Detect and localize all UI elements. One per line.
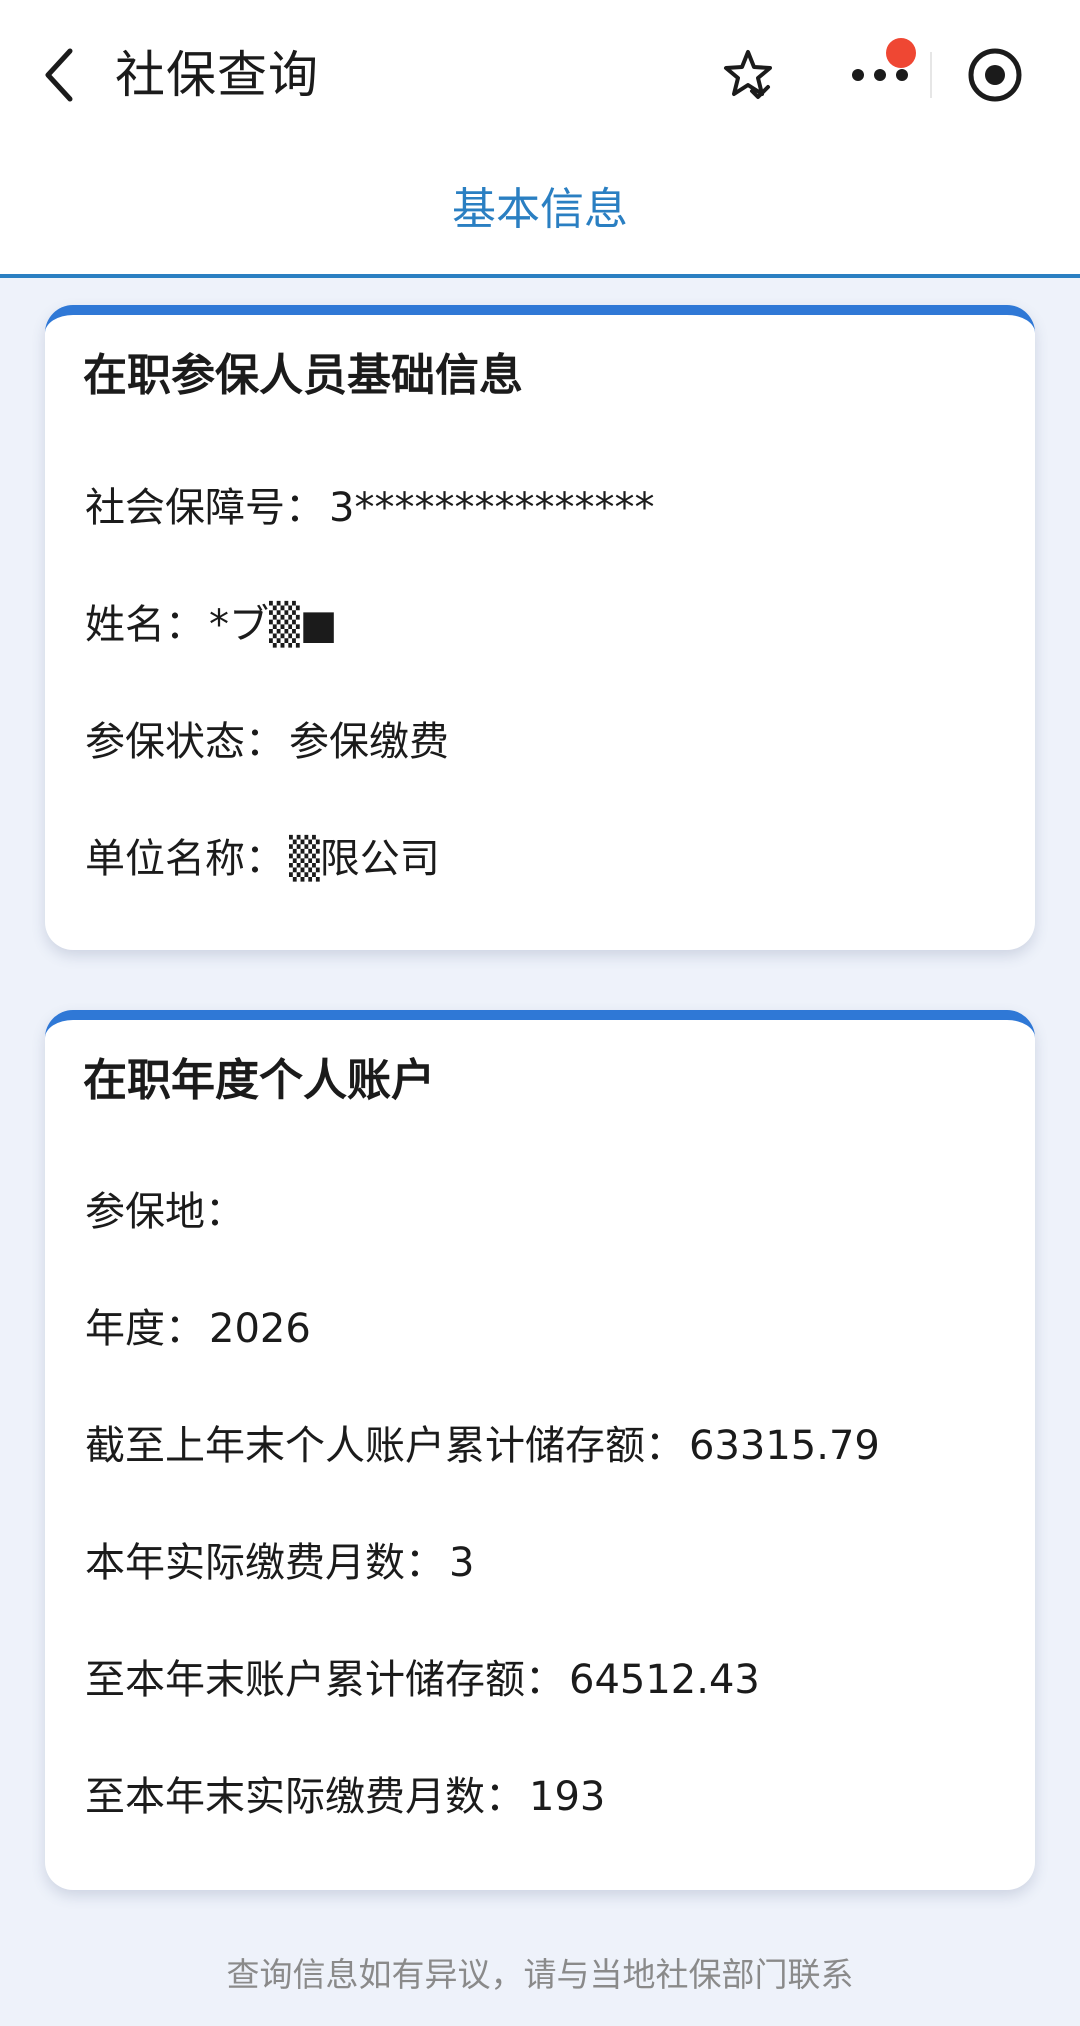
field-label: 社会保障号： xyxy=(85,485,325,531)
field-value: 63315.79 xyxy=(689,1423,880,1469)
back-button[interactable] xyxy=(30,40,90,110)
field-label: 参保状态： xyxy=(85,719,285,765)
tab-bar: 基本信息 xyxy=(0,150,1080,278)
footer-note: 查询信息如有异议，请与当地社保部门联系 xyxy=(226,1955,854,1994)
record-button[interactable] xyxy=(962,42,1028,108)
card-title: 在职年度个人账户 xyxy=(83,1055,435,1106)
field-label: 截至上年末个人账户累计储存额： xyxy=(85,1423,685,1469)
field-value: ▒限公司 xyxy=(289,836,440,882)
more-dots-icon xyxy=(852,69,908,81)
field-label: 年度： xyxy=(85,1306,205,1352)
toolbar-divider xyxy=(930,52,932,98)
field-label: 至本年末账户累计储存额： xyxy=(85,1657,565,1703)
employer-name-row: 单位名称： ▒限公司 xyxy=(85,829,440,889)
field-value: 参保缴费 xyxy=(289,719,449,765)
field-value: 3*************** xyxy=(329,485,655,531)
notification-dot xyxy=(886,38,916,68)
insurance-status-row: 参保状态： 参保缴费 xyxy=(85,712,449,772)
current-year-months-row: 本年实际缴费月数： 3 xyxy=(85,1533,474,1593)
insured-location-row: 参保地： xyxy=(85,1182,249,1242)
field-value: 64512.43 xyxy=(569,1657,760,1703)
field-value: 3 xyxy=(449,1540,475,1586)
field-label: 至本年末实际缴费月数： xyxy=(85,1774,525,1820)
chevron-left-icon xyxy=(45,48,73,102)
field-label: 单位名称： xyxy=(85,836,285,882)
card-title: 在职参保人员基础信息 xyxy=(83,350,523,401)
record-target-icon xyxy=(968,48,1022,102)
basic-info-card: 在职参保人员基础信息 社会保障号： 3*************** 姓名： *ブ▒… xyxy=(45,305,1035,950)
field-value: *ブ▒■ xyxy=(209,602,338,648)
field-label: 本年实际缴费月数： xyxy=(85,1540,445,1586)
favorite-button[interactable] xyxy=(715,42,781,108)
top-nav-bar: 社保查询 xyxy=(0,0,1080,150)
field-label: 参保地： xyxy=(85,1189,245,1235)
tab-basic-info[interactable]: 基本信息 xyxy=(0,178,1080,242)
annual-account-card: 在职年度个人账户 参保地： 年度： 2026 截至上年末个人账户累计储存额： 633… xyxy=(45,1010,1035,1890)
year-row: 年度： 2026 xyxy=(85,1299,311,1359)
social-security-number-row: 社会保障号： 3*************** xyxy=(85,478,654,538)
year-end-balance-row: 至本年末账户累计储存额： 64512.43 xyxy=(85,1650,760,1710)
prior-year-balance-row: 截至上年末个人账户累计储存额： 63315.79 xyxy=(85,1416,880,1476)
star-icon xyxy=(724,50,772,99)
field-label: 姓名： xyxy=(85,602,205,648)
name-row: 姓名： *ブ▒■ xyxy=(85,595,338,655)
field-value: 193 xyxy=(529,1774,606,1820)
year-end-months-row: 至本年末实际缴费月数： 193 xyxy=(85,1767,605,1827)
field-value: 2026 xyxy=(209,1306,311,1352)
page-title: 社保查询 xyxy=(115,46,319,104)
